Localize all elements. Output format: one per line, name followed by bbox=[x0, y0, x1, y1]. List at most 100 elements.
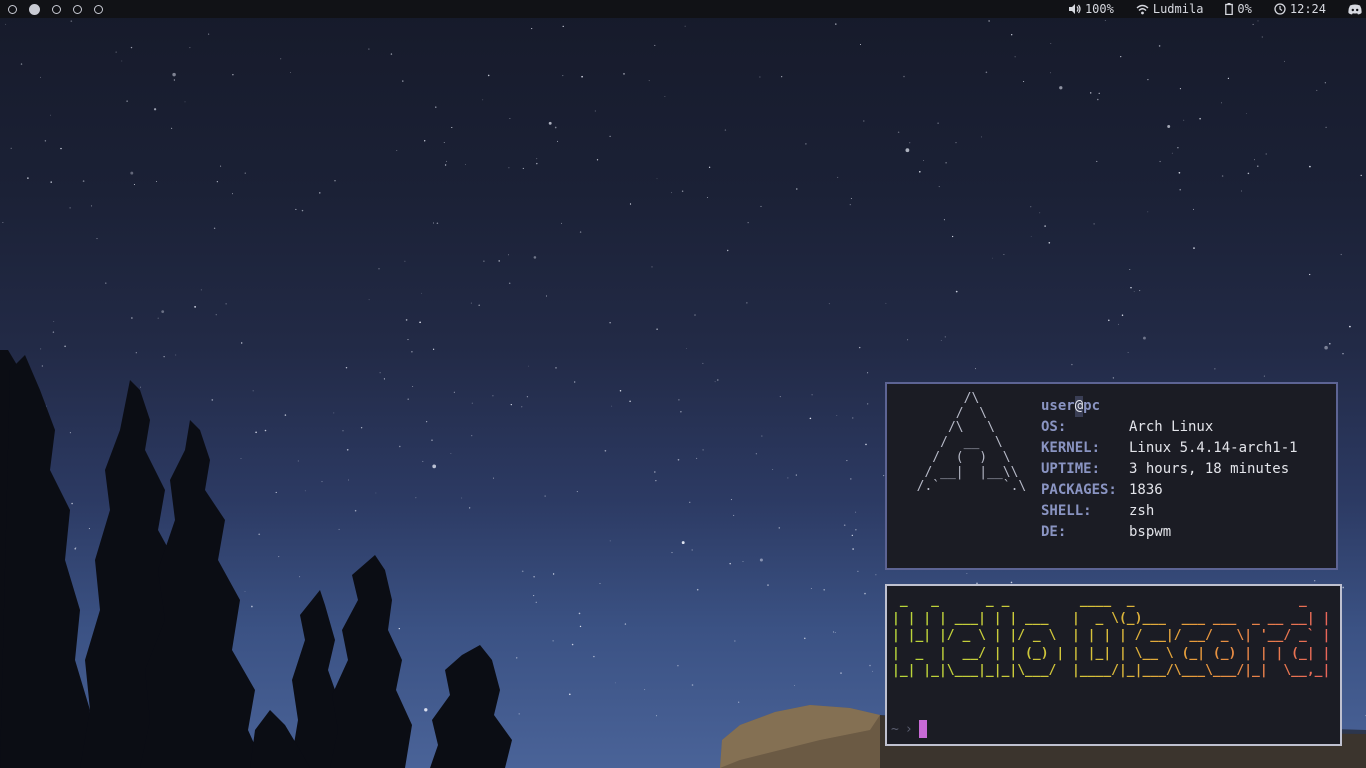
star bbox=[760, 205, 762, 207]
star bbox=[837, 176, 839, 178]
clock-time: 12:24 bbox=[1289, 2, 1326, 16]
star bbox=[396, 150, 398, 151]
star bbox=[1050, 72, 1051, 74]
star bbox=[368, 48, 370, 50]
star bbox=[508, 167, 510, 169]
wifi-indicator[interactable]: Ludmila bbox=[1136, 2, 1204, 16]
top-bar: 100% Ludmila 0% 12:24 bbox=[0, 0, 1366, 18]
star bbox=[562, 75, 564, 77]
workspace-indicator-3[interactable] bbox=[52, 4, 61, 14]
star bbox=[157, 317, 159, 319]
star bbox=[1120, 55, 1122, 58]
star bbox=[708, 166, 711, 168]
info-row: PACKAGES: 1836 bbox=[1041, 480, 1298, 501]
star bbox=[40, 76, 41, 78]
star bbox=[44, 140, 47, 142]
star bbox=[548, 121, 552, 125]
star bbox=[897, 131, 900, 133]
shell-prompt[interactable]: ~ › bbox=[891, 720, 927, 738]
star bbox=[1133, 290, 1135, 292]
info-value: Linux 5.4.14-arch1-1 bbox=[1129, 440, 1298, 456]
star bbox=[368, 299, 370, 301]
volume-indicator[interactable]: 100% bbox=[1068, 2, 1114, 16]
star bbox=[1050, 42, 1052, 44]
star bbox=[1014, 56, 1016, 58]
star bbox=[1167, 125, 1171, 128]
star bbox=[20, 63, 23, 65]
workspace-indicator-5[interactable] bbox=[94, 4, 103, 14]
battery-icon bbox=[1225, 3, 1234, 15]
star bbox=[781, 76, 783, 78]
info-key: KERNEL: bbox=[1041, 440, 1101, 456]
info-key: UPTIME: bbox=[1041, 461, 1101, 477]
star bbox=[153, 108, 157, 111]
star bbox=[863, 120, 865, 122]
star bbox=[522, 167, 524, 169]
star bbox=[53, 321, 55, 322]
star bbox=[684, 25, 686, 27]
desktop[interactable]: 100% Ludmila 0% 12:24 /\ / \ /\ \ / __ \… bbox=[0, 0, 1366, 768]
star bbox=[562, 25, 564, 28]
figlet-banner: _ _ _ _ ____ _ _ | | | | ___| | | ___ | … bbox=[892, 593, 1331, 678]
star bbox=[1096, 160, 1098, 162]
workspace-indicator-2[interactable] bbox=[29, 3, 40, 15]
star bbox=[1324, 82, 1326, 84]
star bbox=[130, 46, 133, 49]
discord-icon bbox=[1348, 4, 1362, 14]
star bbox=[172, 72, 176, 77]
star bbox=[849, 204, 851, 206]
star bbox=[402, 80, 404, 82]
shell-terminal-window[interactable]: _ _ _ _ ____ _ _ | | | | ___| | | ___ | … bbox=[885, 584, 1342, 746]
info-value: zsh bbox=[1129, 503, 1155, 519]
prompt-symbol: › bbox=[904, 721, 913, 737]
workspace-indicator-1[interactable] bbox=[8, 4, 17, 14]
star bbox=[173, 79, 176, 81]
star bbox=[1177, 146, 1179, 149]
battery-indicator[interactable]: 0% bbox=[1225, 2, 1252, 16]
star bbox=[436, 222, 439, 225]
star bbox=[424, 140, 426, 142]
info-row: SHELL: zsh bbox=[1041, 501, 1298, 522]
star bbox=[706, 196, 708, 198]
star bbox=[1159, 160, 1161, 163]
star bbox=[1098, 92, 1100, 94]
star bbox=[1246, 113, 1247, 115]
star bbox=[1261, 36, 1263, 38]
star bbox=[213, 227, 216, 230]
star bbox=[82, 180, 85, 182]
star bbox=[923, 160, 925, 161]
star bbox=[694, 314, 696, 316]
star bbox=[115, 51, 117, 53]
clock[interactable]: 12:24 bbox=[1274, 2, 1326, 16]
text-cursor[interactable] bbox=[918, 720, 927, 738]
star bbox=[536, 162, 538, 165]
info-key: DE: bbox=[1041, 524, 1067, 540]
star bbox=[487, 74, 490, 77]
star bbox=[1130, 287, 1132, 289]
star bbox=[498, 260, 501, 262]
volume-value: 100% bbox=[1084, 2, 1114, 16]
star bbox=[435, 106, 437, 108]
info-value: bspwm bbox=[1129, 524, 1172, 540]
star bbox=[208, 33, 210, 35]
star bbox=[171, 127, 173, 129]
star bbox=[2, 222, 4, 224]
user-host-line: user @ pc bbox=[1041, 396, 1298, 417]
star bbox=[465, 164, 466, 165]
star bbox=[1147, 211, 1149, 213]
star bbox=[905, 148, 910, 153]
star bbox=[232, 193, 233, 195]
star bbox=[390, 53, 393, 55]
star bbox=[244, 172, 246, 174]
star bbox=[1030, 206, 1032, 208]
star bbox=[443, 141, 445, 144]
star bbox=[130, 171, 134, 175]
wifi-ssid: Ludmila bbox=[1152, 2, 1204, 16]
star bbox=[533, 256, 537, 259]
workspace-indicator-4[interactable] bbox=[73, 4, 82, 14]
star bbox=[1309, 273, 1311, 276]
tray-discord[interactable] bbox=[1348, 4, 1362, 15]
star bbox=[1257, 165, 1259, 167]
neofetch-terminal-window[interactable]: /\ / \ /\ \ / __ \ / ( ) \ / __| |__\\ /… bbox=[885, 382, 1338, 570]
star bbox=[451, 126, 453, 129]
